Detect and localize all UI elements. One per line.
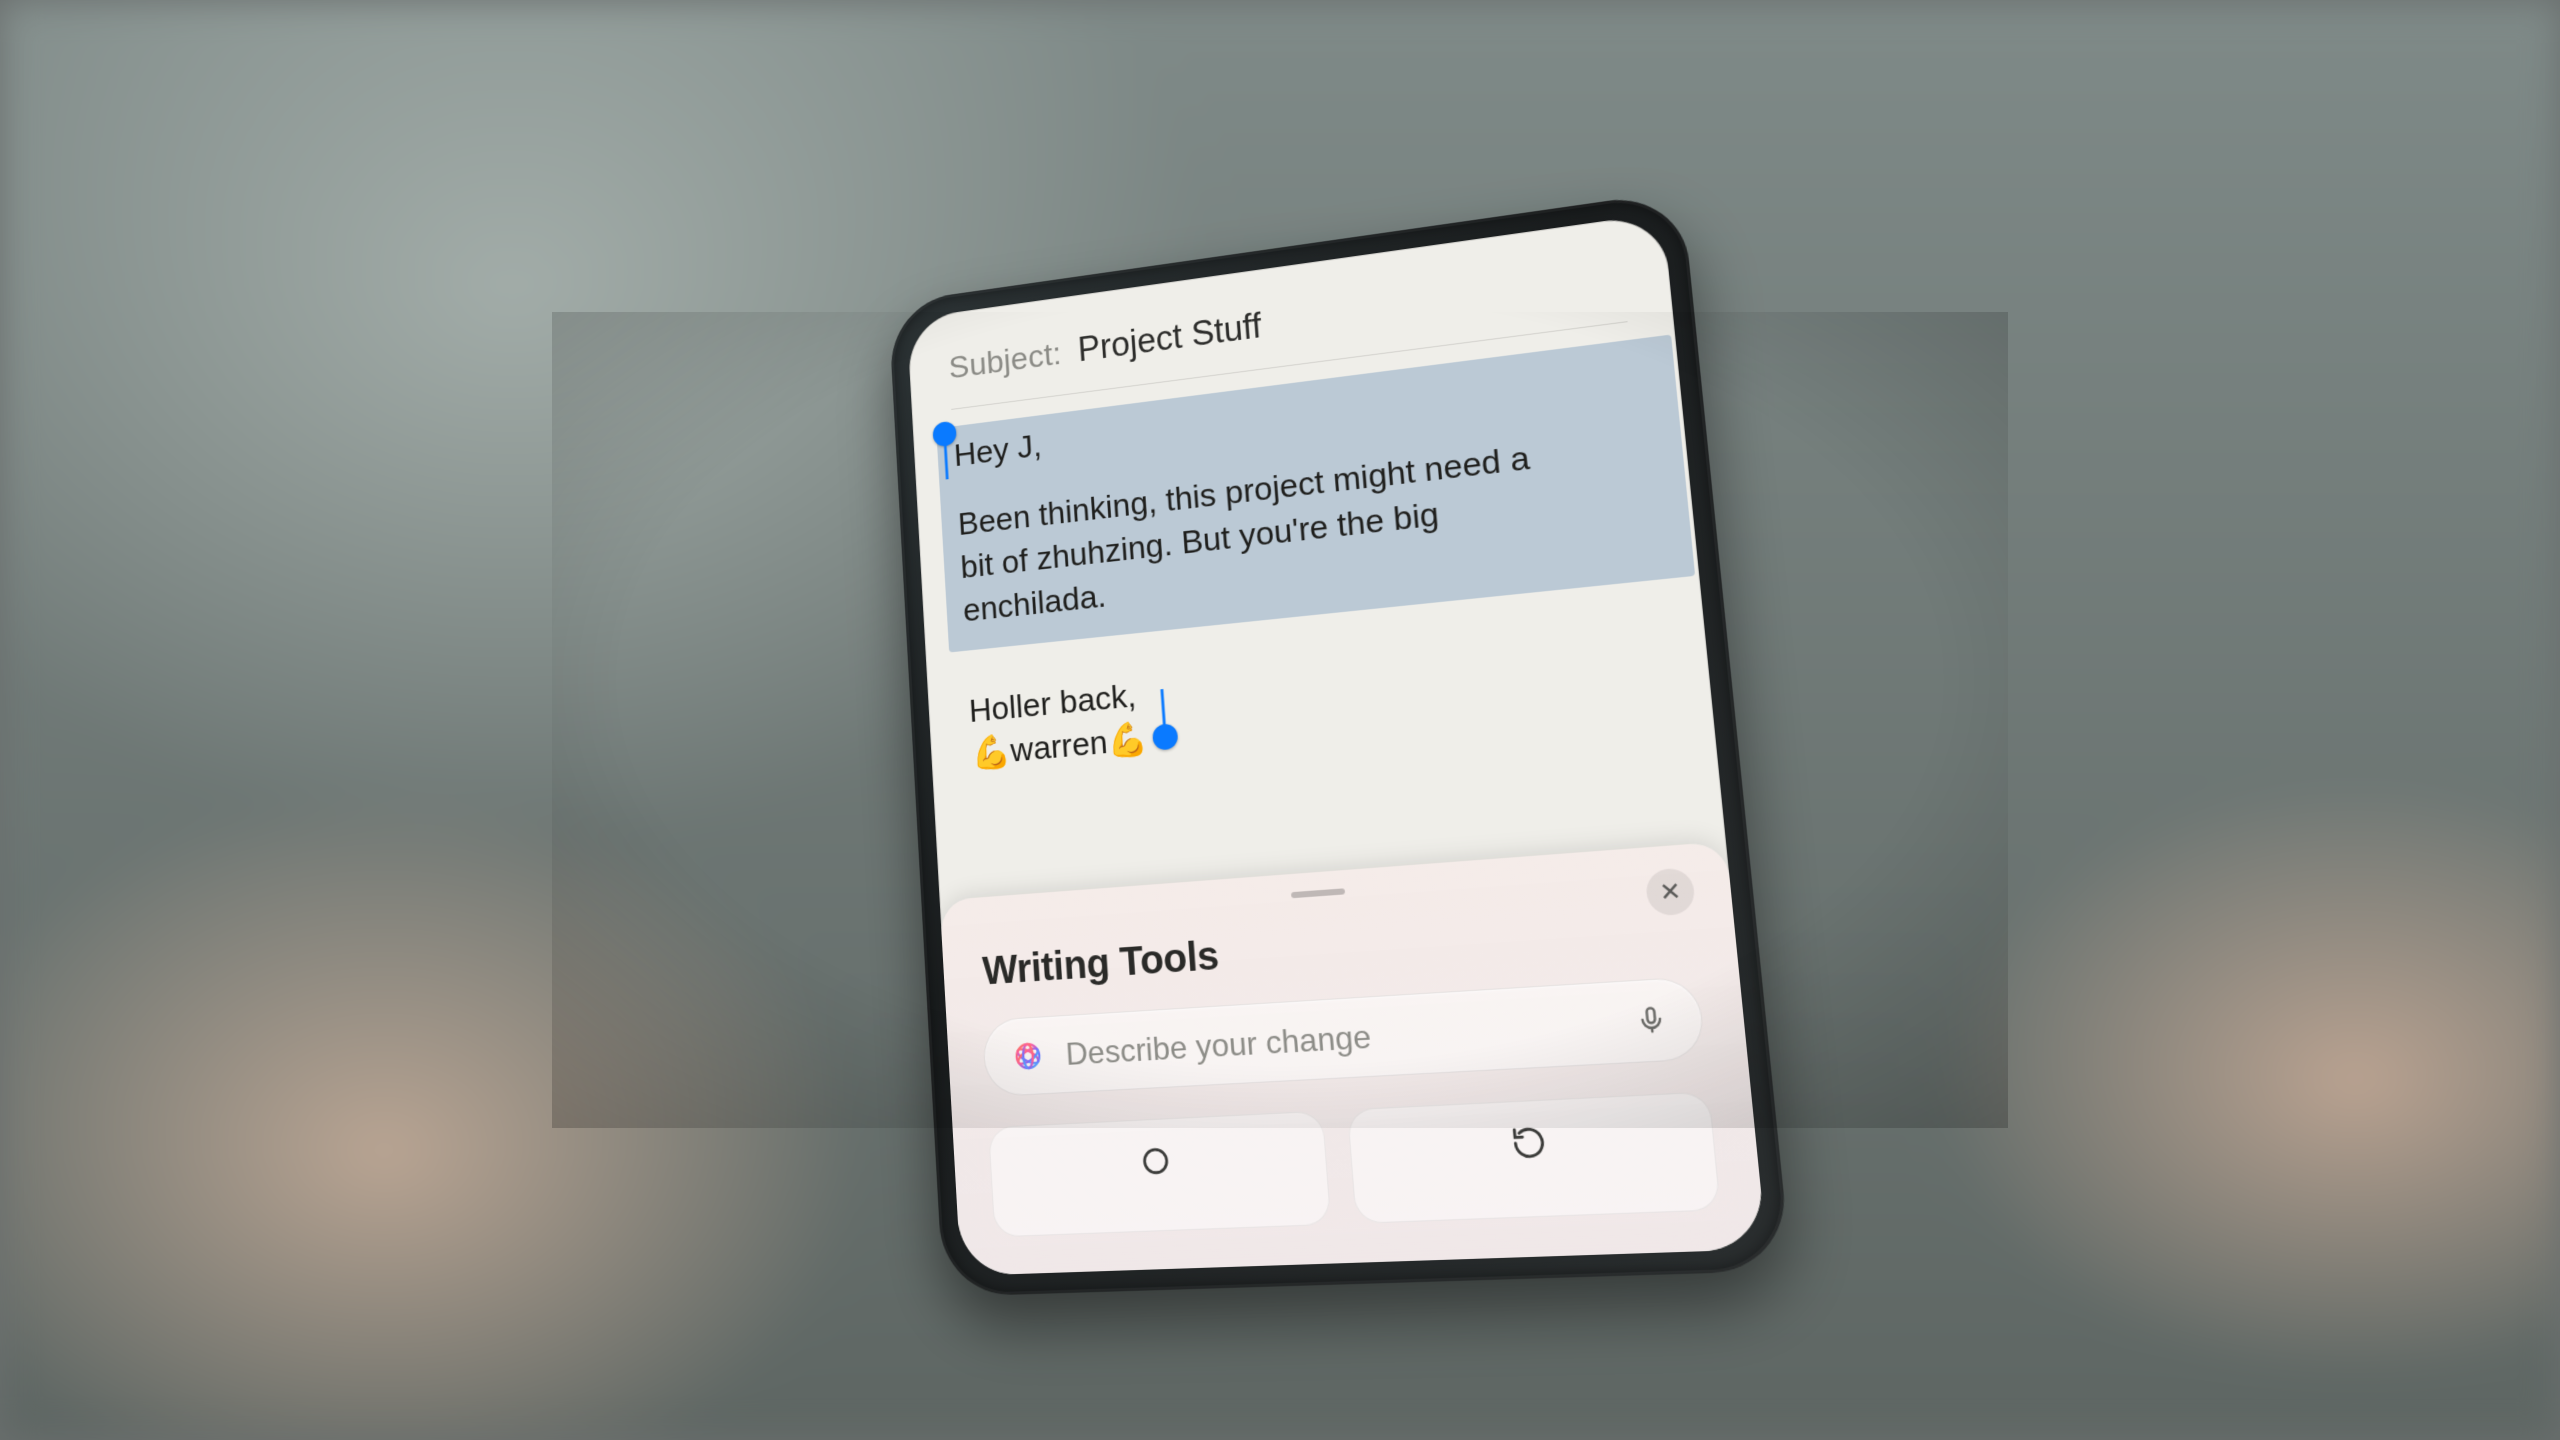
prompt-field[interactable] bbox=[982, 976, 1706, 1097]
sheet-title: Writing Tools bbox=[981, 901, 1695, 994]
close-button[interactable]: ✕ bbox=[1645, 867, 1697, 916]
phone-device: Subject: Project Stuff Hey J, Been think… bbox=[907, 213, 1767, 1276]
action-icon bbox=[1137, 1142, 1173, 1183]
email-body[interactable]: Hey J, Been thinking, this project might… bbox=[953, 350, 1666, 778]
actions-row bbox=[988, 1091, 1721, 1237]
stage: Subject: Project Stuff Hey J, Been think… bbox=[552, 312, 2008, 1128]
microphone-icon[interactable] bbox=[1628, 998, 1675, 1043]
sheet-grabber[interactable] bbox=[1291, 888, 1345, 898]
prompt-input[interactable] bbox=[1065, 1003, 1611, 1072]
action-card-left[interactable] bbox=[988, 1111, 1331, 1238]
action-card-rewrite[interactable] bbox=[1347, 1091, 1721, 1224]
rewrite-icon bbox=[1509, 1124, 1548, 1167]
writing-tools-sheet[interactable]: ✕ Writing Tools bbox=[940, 841, 1767, 1276]
subject-value[interactable]: Project Stuff bbox=[1077, 306, 1263, 370]
subject-label: Subject: bbox=[948, 336, 1063, 387]
apple-intelligence-icon bbox=[1008, 1035, 1048, 1077]
close-icon: ✕ bbox=[1658, 876, 1683, 908]
